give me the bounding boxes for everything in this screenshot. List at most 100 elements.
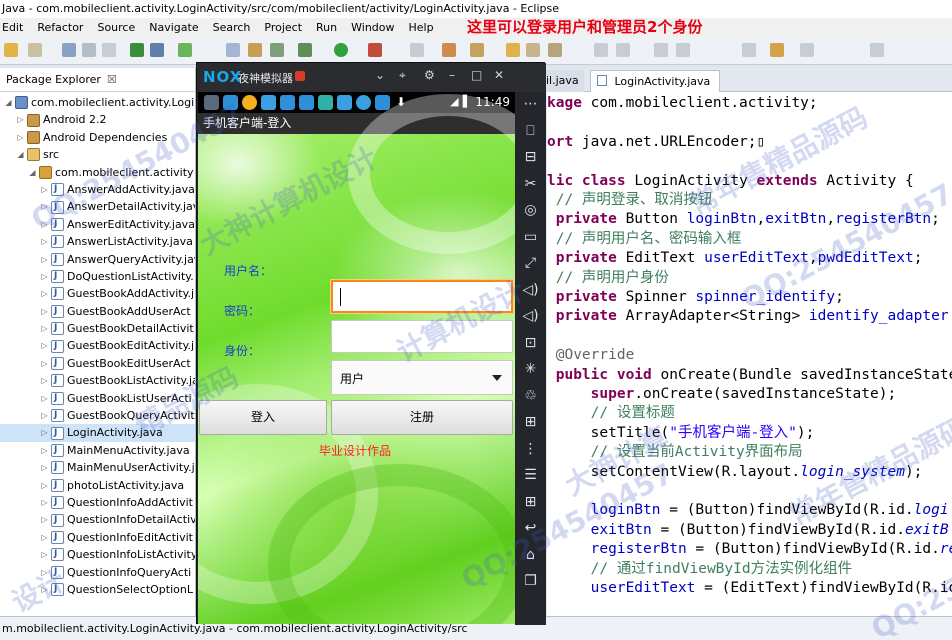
screenshot-icon[interactable]: ⊞ bbox=[522, 414, 539, 431]
minimize-icon[interactable]: – bbox=[449, 68, 455, 82]
tree-item[interactable]: ▷ GuestBookEditActivity.j bbox=[0, 337, 195, 355]
menu-navigate[interactable]: Navigate bbox=[149, 18, 198, 37]
debug-icon[interactable] bbox=[226, 43, 240, 57]
collapse-arrow-icon[interactable]: ▷ bbox=[40, 390, 49, 407]
annotation-next-icon[interactable] bbox=[594, 43, 608, 57]
expand-arrow-icon[interactable]: ◢ bbox=[4, 94, 13, 111]
collapse-arrow-icon[interactable]: ▷ bbox=[16, 129, 25, 146]
collapse-arrow-icon[interactable]: ▷ bbox=[40, 459, 49, 476]
tree-item[interactable]: ▷ DoQuestionListActivity. bbox=[0, 268, 195, 285]
dropdown-icon[interactable]: ⌄ bbox=[375, 68, 385, 82]
tree-item[interactable]: ▷ AnswerEditActivity.java bbox=[0, 216, 195, 233]
java-icon[interactable] bbox=[248, 43, 262, 57]
login-button[interactable]: 登入 bbox=[199, 400, 327, 435]
collapse-arrow-icon[interactable]: ▷ bbox=[40, 407, 49, 424]
location-icon[interactable]: ◎ bbox=[522, 202, 539, 219]
last-edit-icon[interactable] bbox=[654, 43, 668, 57]
username-input[interactable] bbox=[331, 280, 513, 313]
menu-icon[interactable]: ☰ bbox=[522, 467, 539, 484]
external-tools-icon[interactable] bbox=[368, 43, 382, 57]
tree-item[interactable]: ▷ QuestionInfoQueryActi bbox=[0, 564, 195, 581]
multi-instance-icon[interactable]: ⋮ bbox=[522, 441, 539, 458]
rotate-icon[interactable]: ♲ bbox=[522, 388, 539, 405]
keyboard-icon[interactable]: ⊟ bbox=[522, 149, 539, 166]
scissors-icon[interactable]: ✂ bbox=[522, 176, 539, 193]
collapse-arrow-icon[interactable]: ▷ bbox=[40, 268, 49, 285]
open-task-icon[interactable] bbox=[470, 43, 484, 57]
emulator-title-bar[interactable]: NOX 夜神模拟器 ⌄ ⌖ ⚙ – □ ✕ bbox=[197, 63, 546, 92]
menu-refactor[interactable]: Refactor bbox=[37, 18, 83, 37]
tree-item[interactable]: ▷ Android Dependencies bbox=[0, 129, 195, 146]
password-input[interactable] bbox=[331, 320, 513, 353]
tree-item[interactable]: ▷ GuestBookListUserActi bbox=[0, 390, 195, 407]
phone-icon[interactable]: ⎕ bbox=[522, 123, 539, 140]
collapse-arrow-icon[interactable]: ▷ bbox=[40, 529, 49, 546]
menu-help[interactable]: Help bbox=[409, 18, 434, 37]
add-icon[interactable]: ⊞ bbox=[522, 494, 539, 511]
collapse-arrow-icon[interactable]: ▷ bbox=[40, 181, 49, 198]
perspective-icon[interactable] bbox=[870, 43, 884, 57]
edit-icon[interactable] bbox=[526, 43, 540, 57]
back-icon[interactable]: ↩ bbox=[522, 520, 539, 537]
android-sdk-icon[interactable] bbox=[130, 43, 144, 57]
package-explorer-tab[interactable]: Package Explorer ☒ bbox=[0, 68, 195, 92]
collapse-arrow-icon[interactable]: ▷ bbox=[40, 564, 49, 581]
menu-edit[interactable]: Edit bbox=[2, 18, 23, 37]
expand-arrow-icon[interactable]: ◢ bbox=[16, 146, 25, 163]
collapse-arrow-icon[interactable]: ▷ bbox=[40, 581, 49, 598]
annotation-prev-icon[interactable] bbox=[616, 43, 630, 57]
identity-spinner[interactable]: 用户 bbox=[331, 360, 513, 395]
tree-item[interactable]: ▷ photoListActivity.java bbox=[0, 477, 195, 494]
menu-run[interactable]: Run bbox=[316, 18, 337, 37]
tree-item[interactable]: ▷ GuestBookDetailActivit bbox=[0, 320, 195, 337]
save-icon[interactable] bbox=[62, 43, 76, 57]
collapse-arrow-icon[interactable]: ▷ bbox=[40, 337, 49, 354]
collapse-arrow-icon[interactable]: ▷ bbox=[40, 477, 49, 494]
collapse-arrow-icon[interactable]: ▷ bbox=[40, 320, 49, 337]
apk-install-icon[interactable]: ⊡ bbox=[522, 335, 539, 352]
settings-icon[interactable]: ⚙ bbox=[424, 68, 435, 82]
new-icon[interactable] bbox=[4, 43, 18, 57]
volume-down-icon[interactable]: ◁) bbox=[522, 308, 539, 325]
menu-search[interactable]: Search bbox=[213, 18, 251, 37]
tree-item[interactable]: ▷ GuestBookListActivity.ja bbox=[0, 372, 195, 389]
fullscreen-icon[interactable]: ⤢ bbox=[522, 255, 539, 272]
run-icon[interactable] bbox=[334, 43, 348, 57]
pen-icon[interactable] bbox=[548, 43, 562, 57]
collapse-arrow-icon[interactable]: ▷ bbox=[40, 285, 49, 302]
collapse-arrow-icon[interactable]: ▷ bbox=[40, 251, 49, 268]
collapse-arrow-icon[interactable]: ▷ bbox=[40, 511, 49, 528]
open-type-icon[interactable] bbox=[442, 43, 456, 57]
tree-item[interactable]: ▷ AnswerAddActivity.java bbox=[0, 181, 195, 198]
tree-item[interactable]: ▷ QuestionInfoAddActivit bbox=[0, 494, 195, 511]
menu-window[interactable]: Window bbox=[351, 18, 394, 37]
collapse-arrow-icon[interactable]: ▷ bbox=[40, 372, 49, 389]
close-icon[interactable]: ✕ bbox=[494, 68, 504, 82]
menu-project[interactable]: Project bbox=[264, 18, 302, 37]
notification-badge-icon[interactable] bbox=[295, 71, 305, 81]
tree-item[interactable]: ▷ AnswerQueryActivity.jav bbox=[0, 251, 195, 268]
code-editor[interactable]: kage com.mobileclient.activity; ort java.… bbox=[547, 92, 952, 616]
bug-icon[interactable] bbox=[298, 43, 312, 57]
tree-item[interactable]: ▷ GuestBookQueryActivit bbox=[0, 407, 195, 424]
search-icon[interactable] bbox=[410, 43, 424, 57]
tree-item[interactable]: ▷ Android 2.2 bbox=[0, 111, 195, 128]
collapse-arrow-icon[interactable]: ▷ bbox=[40, 424, 49, 441]
collapse-arrow-icon[interactable]: ▷ bbox=[40, 355, 49, 372]
tree-item[interactable]: ▷ QuestionInfoDetailActiv bbox=[0, 511, 195, 529]
home-icon[interactable]: ⌂ bbox=[522, 547, 539, 564]
collapse-arrow-icon[interactable]: ▷ bbox=[40, 442, 49, 459]
forward-icon[interactable] bbox=[770, 43, 784, 57]
more-icon[interactable]: ⋯ bbox=[522, 96, 539, 113]
tree-item[interactable]: ◢ com.mobileclient.activity.LoginAc bbox=[0, 94, 195, 111]
folder-icon[interactable] bbox=[506, 43, 520, 57]
register-button[interactable]: 注册 bbox=[331, 400, 513, 435]
collapse-arrow-icon[interactable]: ▷ bbox=[40, 198, 49, 215]
tab-loginactivity[interactable]: LoginActivity.java ☒ bbox=[590, 70, 720, 110]
tree-item[interactable]: ▷ AnswerDetailActivity.jav bbox=[0, 198, 195, 216]
collapse-arrow-icon[interactable]: ▷ bbox=[40, 303, 49, 320]
checkbox-icon[interactable] bbox=[178, 43, 192, 57]
expand-arrow-icon[interactable]: ◢ bbox=[28, 164, 37, 181]
recent-apps-icon[interactable]: ❐ bbox=[522, 573, 539, 590]
pin-icon[interactable]: ⌖ bbox=[399, 68, 406, 83]
